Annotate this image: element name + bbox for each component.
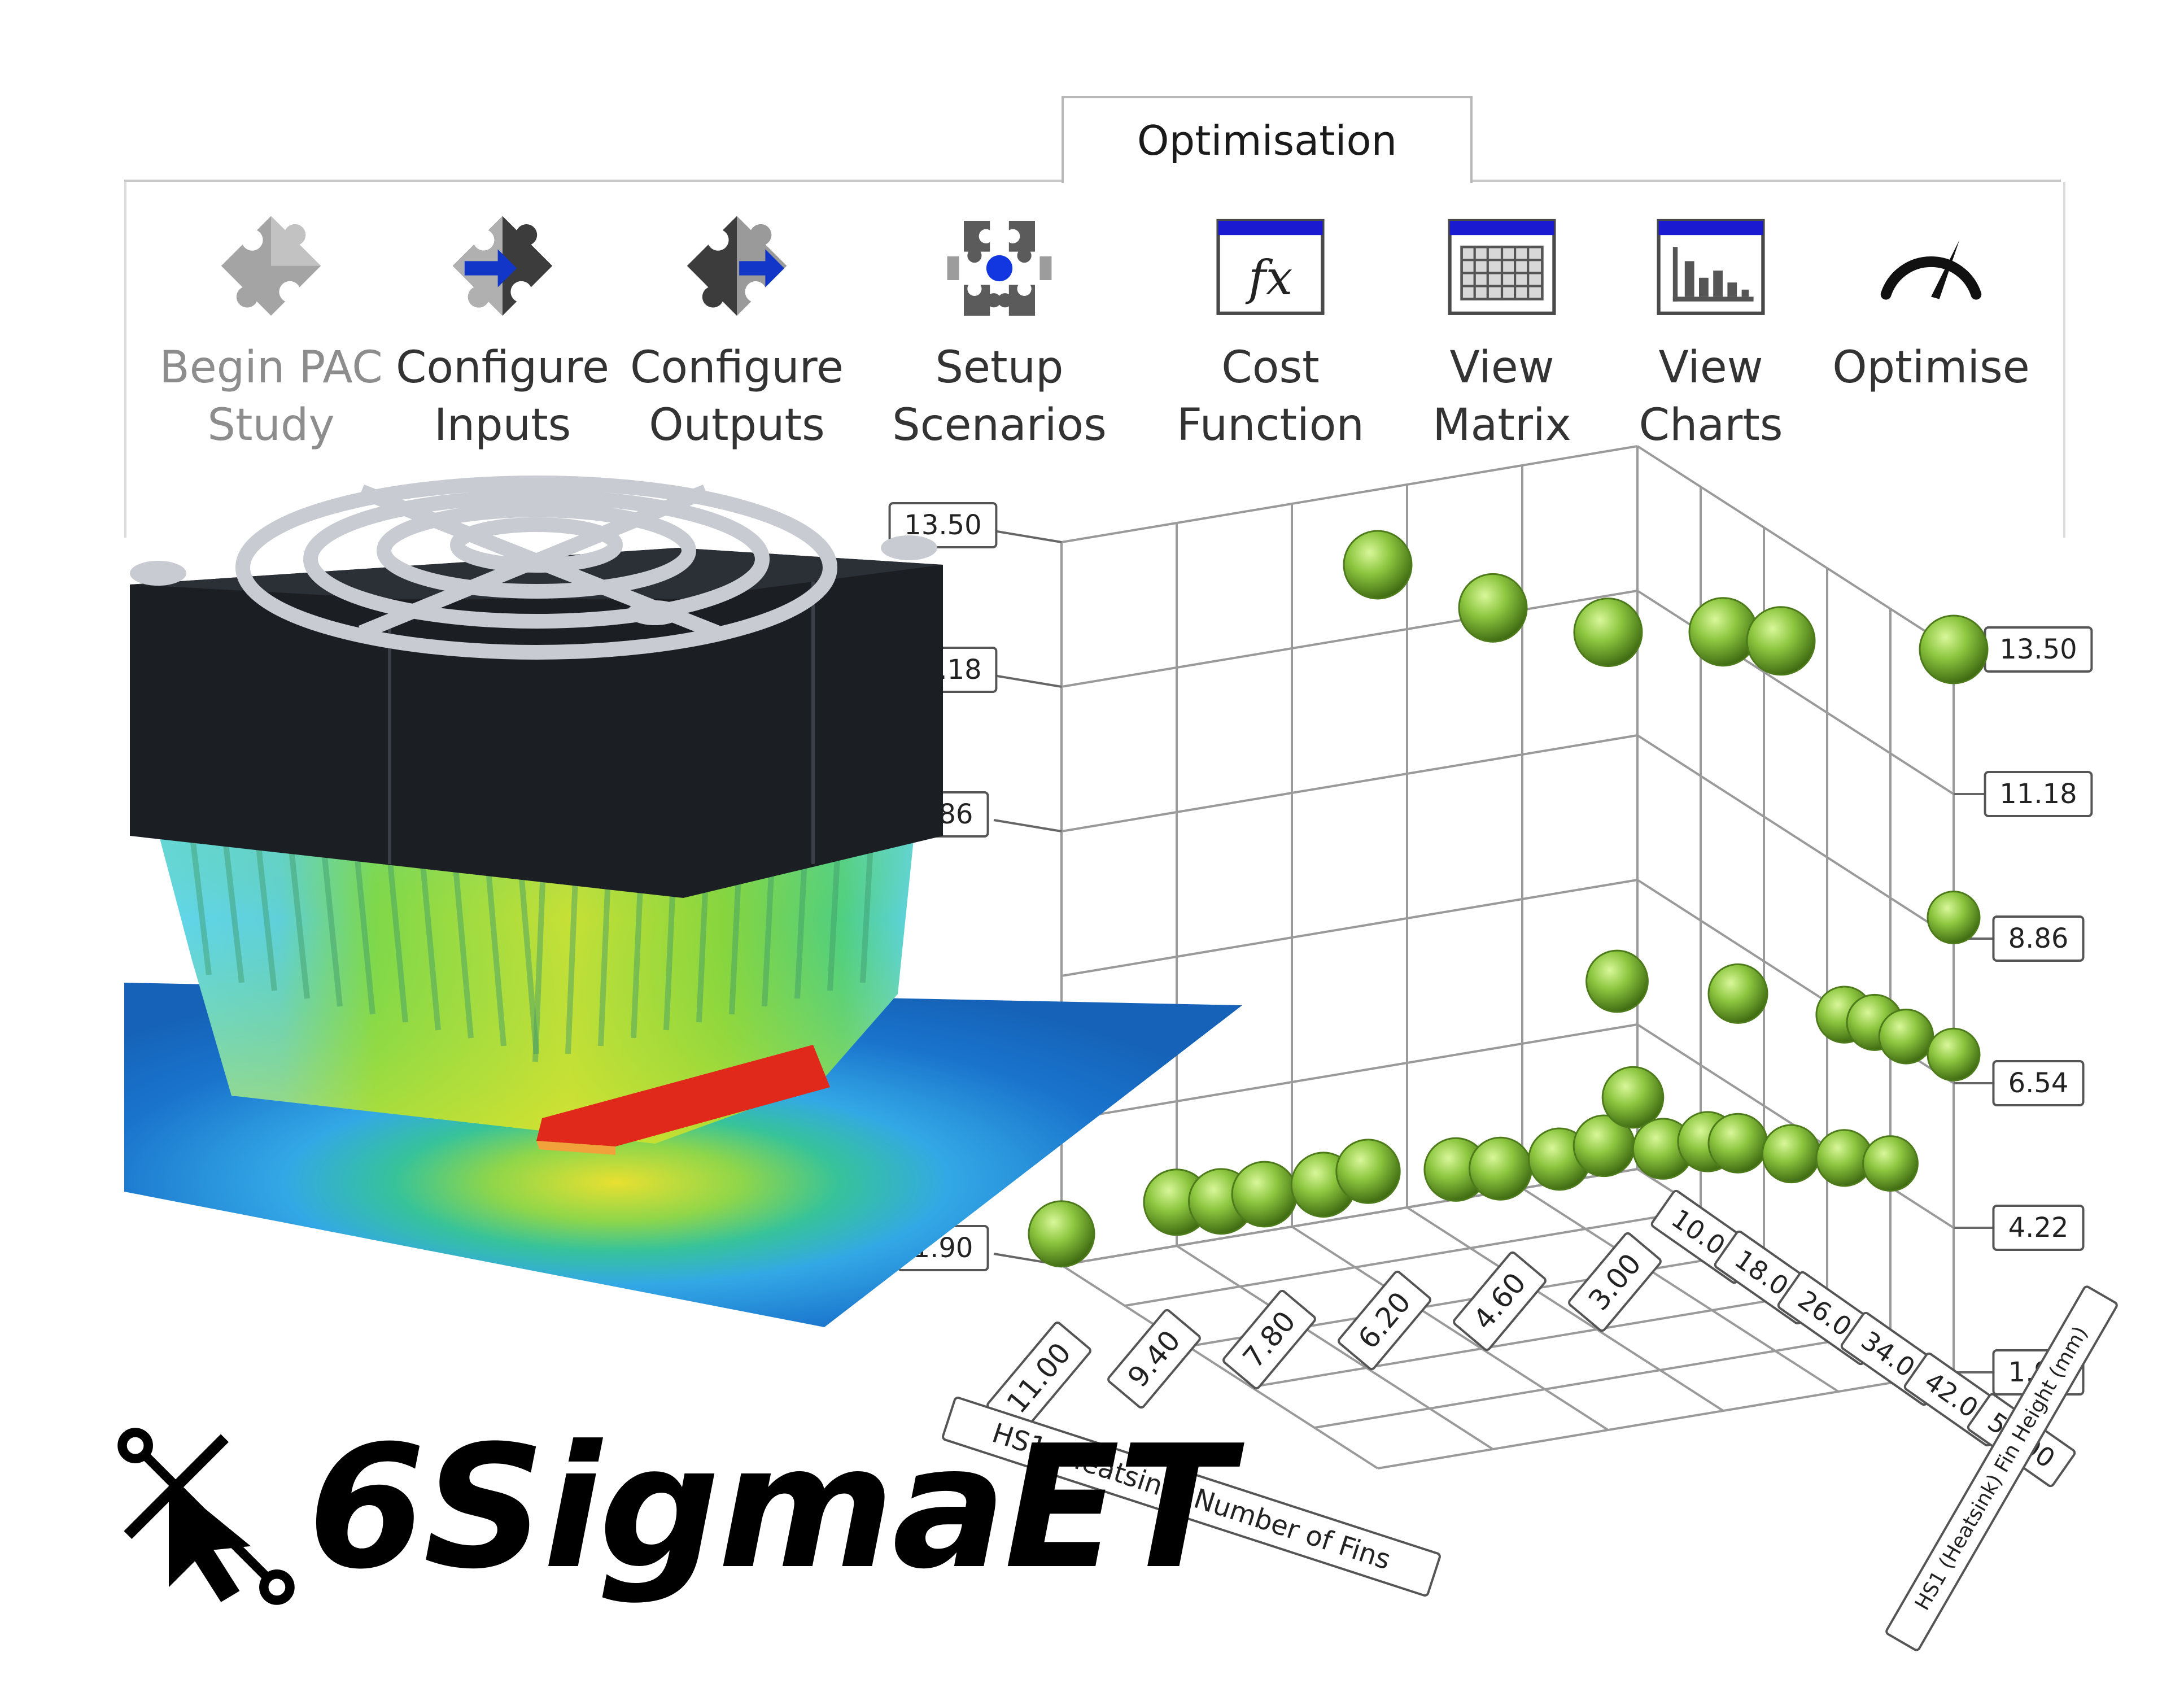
z-axis-title: HS1 (Heatsink) Fin Height (mm) <box>1885 1285 2118 1651</box>
scatter-point <box>1601 1066 1665 1129</box>
scatter-point <box>1746 606 1816 676</box>
scatter-point <box>1585 949 1649 1013</box>
scatter-point <box>1707 1113 1768 1174</box>
page: Optimisation Begin PAC Study Configure I… <box>0 0 2184 1705</box>
grid-line <box>1636 734 1955 940</box>
svg-text:4.22: 4.22 <box>2008 1212 2069 1244</box>
x-tick-label: 3.00 <box>1568 1232 1662 1332</box>
brand-logo-text: 6SigmaET <box>308 1409 1233 1606</box>
scatter-point <box>1573 598 1643 668</box>
scatter-point <box>1707 963 1768 1024</box>
scatter-point <box>1919 614 1989 684</box>
scatter-point <box>1927 1027 1981 1082</box>
svg-text:11.18: 11.18 <box>1999 778 2077 810</box>
scatter-point <box>1761 1124 1821 1184</box>
svg-text:8.86: 8.86 <box>2008 923 2069 954</box>
svg-text:6.54: 6.54 <box>2008 1067 2069 1099</box>
y-tick-label: 4.22 <box>1992 1205 2085 1251</box>
scatter-point <box>1878 1009 1934 1065</box>
scatter-point <box>1458 573 1528 643</box>
scatter-point <box>1688 597 1758 667</box>
scatter-point <box>1927 890 1981 944</box>
cursor-bisect-icon <box>117 1428 295 1605</box>
x-tick-label: 4.60 <box>1453 1251 1547 1351</box>
y-tick-label: 8.86 <box>1992 915 2085 962</box>
svg-text:13.50: 13.50 <box>1999 634 2077 665</box>
grid-line <box>1377 1371 1954 1469</box>
y-tick-label: 13.50 <box>1984 626 2093 673</box>
y-tick-label: 11.18 <box>1984 771 2093 817</box>
scatter-point <box>1469 1136 1532 1201</box>
scatter-point <box>1862 1135 1919 1192</box>
y-tick-label: 6.54 <box>1992 1060 2085 1106</box>
